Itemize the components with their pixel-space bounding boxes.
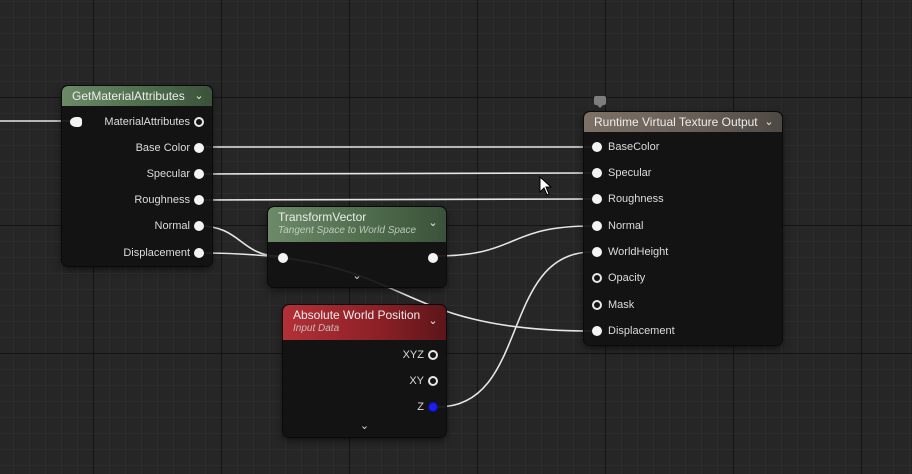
transform-input-row <box>278 250 318 266</box>
opacity-input-pin[interactable] <box>592 273 602 283</box>
specular-output-pin[interactable] <box>194 169 204 179</box>
wire-roughness[interactable] <box>199 198 593 201</box>
chevron-down-icon[interactable]: ⌄ <box>426 314 440 328</box>
chevron-down-icon[interactable]: ⌄ <box>426 216 440 230</box>
output-row-xyz: XYZ <box>358 347 438 363</box>
output-row-roughness: Roughness <box>70 192 204 208</box>
input-row-base-color: BaseColor <box>592 139 772 155</box>
specular-input-pin[interactable] <box>592 168 602 178</box>
wire-z-to-world-height[interactable] <box>437 251 593 408</box>
material-attributes-input-pin[interactable] <box>70 117 82 127</box>
input-row-roughness: Roughness <box>592 191 772 207</box>
world-height-input-pin[interactable] <box>592 247 602 257</box>
xyz-output-pin[interactable] <box>428 350 438 360</box>
displacement-output-pin[interactable] <box>194 248 204 258</box>
mask-input-pin[interactable] <box>592 300 602 310</box>
transform-vector-node[interactable]: TransformVector Tangent Space to World S… <box>268 207 446 287</box>
roughness-input-pin[interactable] <box>592 194 602 204</box>
roughness-output-pin[interactable] <box>194 195 204 205</box>
wire-specular[interactable] <box>199 172 593 175</box>
normal-input-pin[interactable] <box>592 221 602 231</box>
input-row-world-height: WorldHeight <box>592 244 772 260</box>
absolute-world-position-node[interactable]: Absolute World Position Input Data ⌄ XYZ… <box>283 305 446 437</box>
node-subtitle: Input Data <box>293 323 340 334</box>
node-header[interactable]: Absolute World Position Input Data ⌄ <box>283 305 446 340</box>
chevron-down-icon[interactable]: ⌄ <box>283 419 446 432</box>
input-row-displacement: Displacement <box>592 323 772 339</box>
node-header[interactable]: GetMaterialAttributes ⌄ <box>62 86 212 106</box>
output-row-displacement: Displacement <box>70 245 204 261</box>
base-color-output-pin[interactable] <box>194 143 204 153</box>
z-output-pin[interactable] <box>428 402 438 412</box>
input-row-normal: Normal <box>592 218 772 234</box>
node-title: GetMaterialAttributes <box>72 89 185 103</box>
output-row-base-color: Base Color <box>70 140 204 156</box>
output-row-z: Z <box>358 399 438 415</box>
pin-label: BaseColor <box>608 141 660 153</box>
transform-output-pin[interactable] <box>428 253 438 263</box>
node-title: Runtime Virtual Texture Output <box>594 115 758 129</box>
chevron-down-icon[interactable]: ⌄ <box>192 89 206 103</box>
pin-label: Roughness <box>608 193 664 205</box>
base-color-input-pin[interactable] <box>592 142 602 152</box>
node-subtitle: Tangent Space to World Space <box>278 225 417 236</box>
chevron-down-icon[interactable]: ⌄ <box>762 115 776 129</box>
pin-label: MaterialAttributes <box>104 116 190 128</box>
displacement-input-pin[interactable] <box>592 326 602 336</box>
node-header[interactable]: TransformVector Tangent Space to World S… <box>268 207 446 242</box>
node-title: Absolute World Position <box>293 308 421 322</box>
node-header[interactable]: Runtime Virtual Texture Output ⌄ <box>584 112 782 132</box>
material-attributes-output-row: MaterialAttributes <box>84 114 204 130</box>
input-row-opacity: Opacity <box>592 270 772 286</box>
output-row-xy: XY <box>358 373 438 389</box>
output-row-specular: Specular <box>70 166 204 182</box>
pin-label: Displacement <box>123 247 190 259</box>
normal-output-pin[interactable] <box>194 221 204 231</box>
pin-label: WorldHeight <box>608 246 669 258</box>
output-row-normal: Normal <box>70 218 204 234</box>
xy-output-pin[interactable] <box>428 376 438 386</box>
transform-output-row <box>398 250 438 266</box>
wire-transform-to-normal[interactable] <box>434 225 593 257</box>
transform-input-pin[interactable] <box>278 253 288 263</box>
chevron-down-icon[interactable]: ⌄ <box>268 269 446 282</box>
comment-icon[interactable] <box>594 96 606 108</box>
material-attributes-output-pin[interactable] <box>194 117 204 127</box>
input-row-mask: Mask <box>592 297 772 313</box>
pin-label: Displacement <box>608 325 675 337</box>
input-row-specular: Specular <box>592 165 772 181</box>
node-title: TransformVector <box>278 210 367 224</box>
get-material-attributes-node[interactable]: GetMaterialAttributes ⌄ MaterialAttribut… <box>62 86 212 266</box>
mouse-cursor-icon <box>539 176 553 196</box>
runtime-virtual-texture-output-node[interactable]: Runtime Virtual Texture Output ⌄ BaseCol… <box>584 112 782 345</box>
